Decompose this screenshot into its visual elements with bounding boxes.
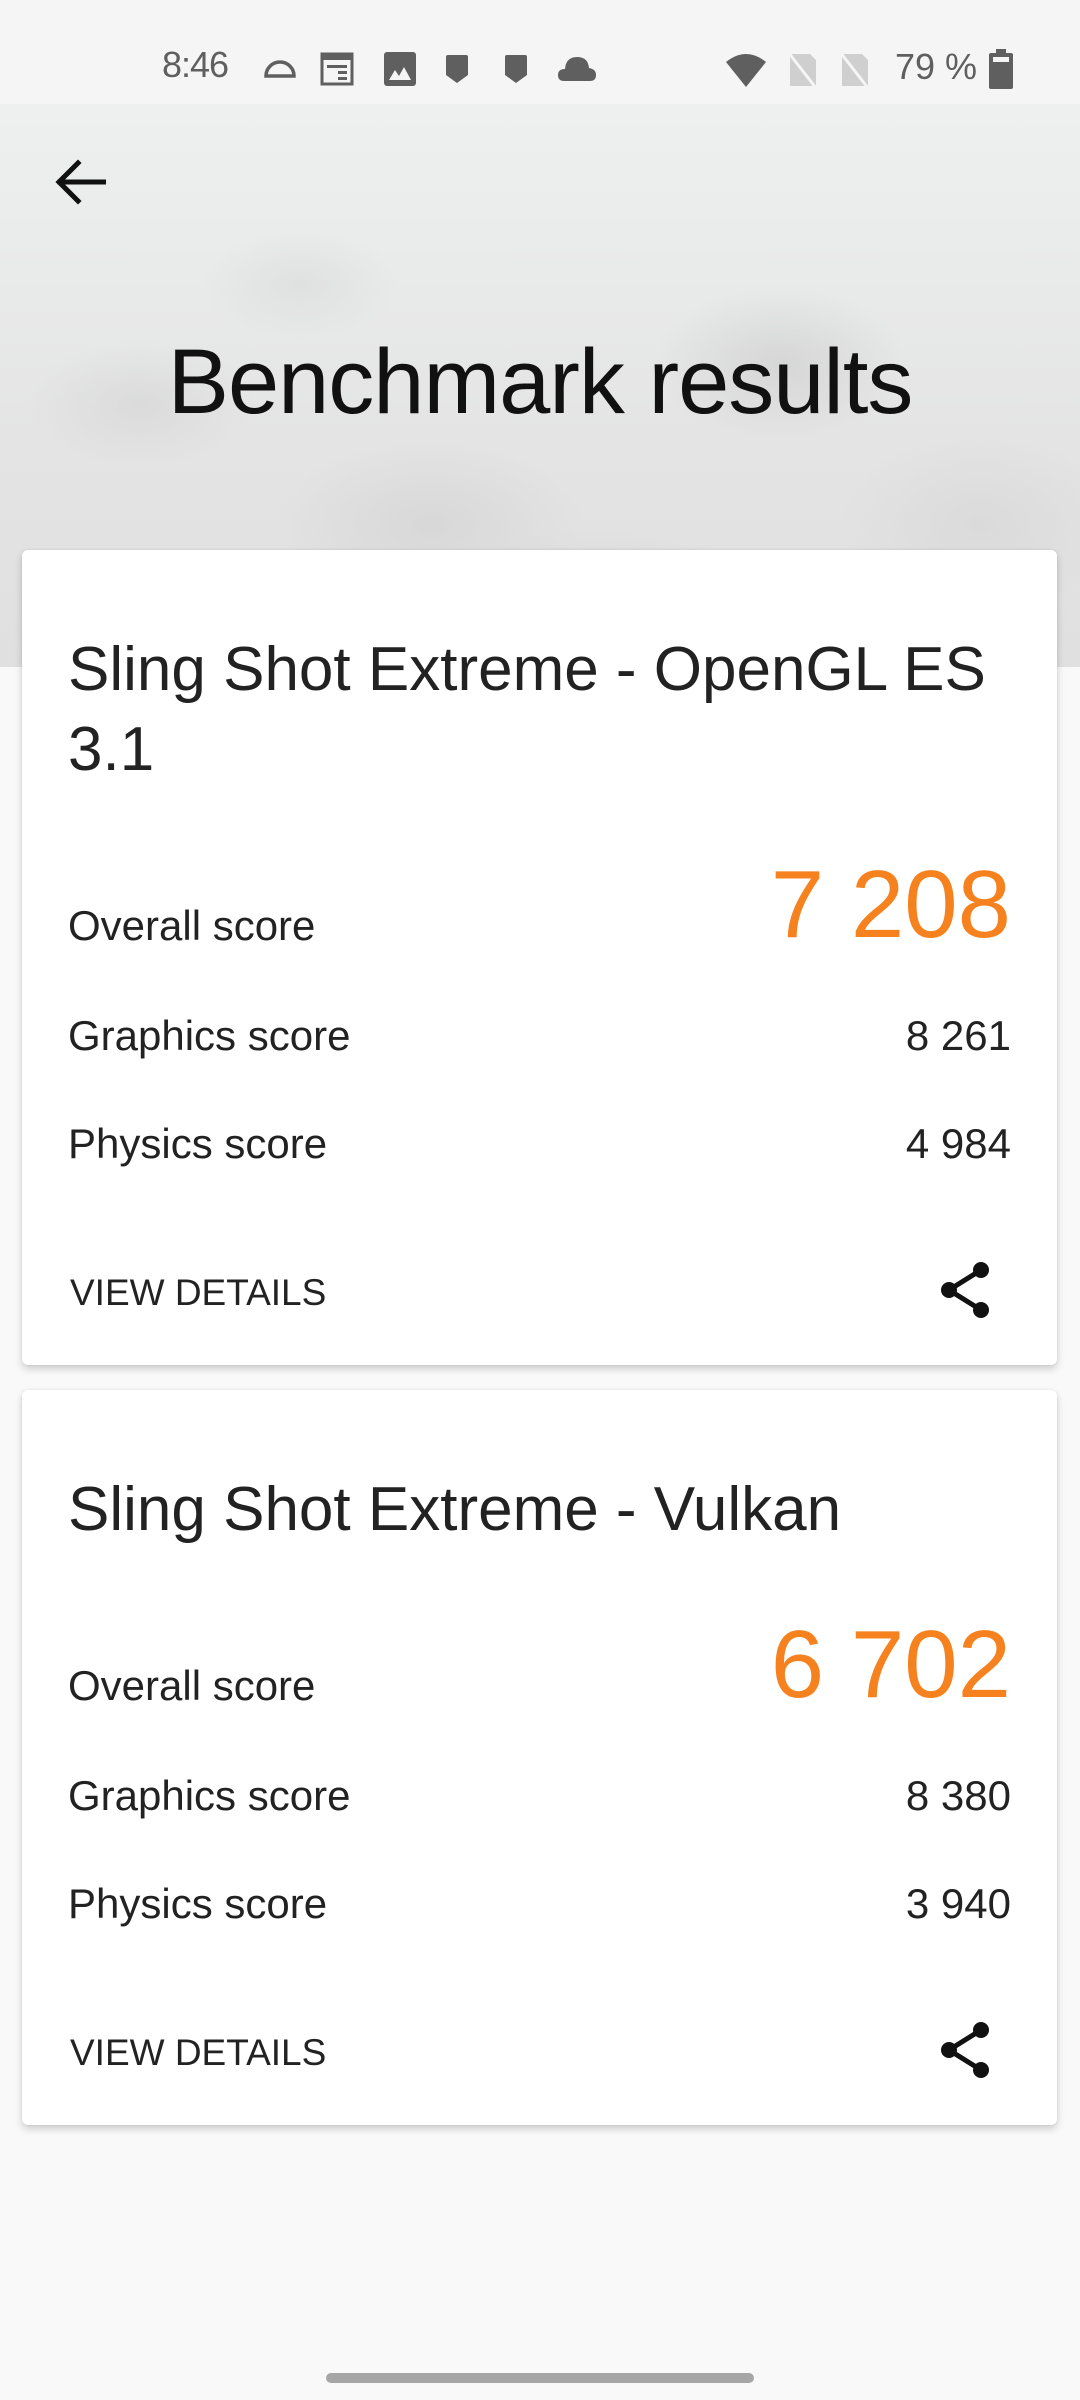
- physics-score-row: Physics score 3 940: [68, 1858, 1011, 1938]
- overall-score-label: Overall score: [68, 902, 316, 949]
- graphics-score-row: Graphics score 8 261: [68, 990, 1011, 1070]
- physics-score-label: Physics score: [68, 1120, 328, 1167]
- battery-icon: [989, 49, 1013, 89]
- overall-score-value: 7 208: [770, 851, 1011, 958]
- physics-score-value: 4 984: [905, 1120, 1011, 1167]
- graphics-score-label: Graphics score: [68, 1012, 351, 1059]
- image-icon: [384, 52, 416, 86]
- battery-percent: 79 %: [895, 46, 978, 87]
- graphics-score-label: Graphics score: [68, 1772, 351, 1819]
- notification-badge-icon: [446, 55, 468, 83]
- physics-score-value: 3 940: [905, 1880, 1011, 1927]
- result-card-opengl: Sling Shot Extreme - OpenGL ES 3.1 Overa…: [22, 550, 1057, 1365]
- physics-score-row: Physics score 4 984: [68, 1098, 1011, 1178]
- cloud-icon: [558, 57, 596, 81]
- calendar-icon: [320, 52, 354, 86]
- test-title: Sling Shot Extreme - Vulkan: [68, 1475, 842, 1544]
- headset-icon: [264, 60, 296, 78]
- page-title: Benchmark results: [167, 331, 914, 433]
- share-button[interactable]: [933, 2018, 997, 2082]
- arrow-back-icon: [55, 159, 106, 205]
- view-details-button[interactable]: VIEW DETAILS: [70, 2032, 326, 2074]
- status-bar: 8:46 79 %: [0, 0, 1080, 104]
- test-title: Sling Shot Extreme - OpenGL ES 3.1: [68, 635, 986, 784]
- graphics-score-row: Graphics score 8 380: [68, 1750, 1011, 1830]
- result-card-vulkan: Sling Shot Extreme - Vulkan Overall scor…: [22, 1390, 1057, 2125]
- share-icon: [941, 1262, 989, 1318]
- share-icon: [941, 2022, 989, 2078]
- physics-score-label: Physics score: [68, 1880, 328, 1927]
- view-details-button[interactable]: VIEW DETAILS: [70, 1272, 326, 1314]
- share-button[interactable]: [933, 1258, 997, 1322]
- overall-score-value: 6 702: [770, 1611, 1011, 1718]
- notification-badge-icon: [505, 55, 527, 83]
- wifi-icon: [726, 54, 766, 87]
- gesture-navigation-bar[interactable]: [326, 2373, 754, 2383]
- sim-off-icon: [786, 52, 818, 88]
- graphics-score-value: 8 380: [905, 1772, 1011, 1819]
- status-time: 8:46: [162, 44, 229, 85]
- overall-score-row: Overall score 6 702: [68, 1610, 1011, 1720]
- overall-score-row: Overall score 7 208: [68, 850, 1011, 960]
- back-button[interactable]: [48, 150, 112, 214]
- sim-off-icon: [838, 52, 870, 88]
- overall-score-label: Overall score: [68, 1662, 316, 1709]
- graphics-score-value: 8 261: [905, 1012, 1011, 1059]
